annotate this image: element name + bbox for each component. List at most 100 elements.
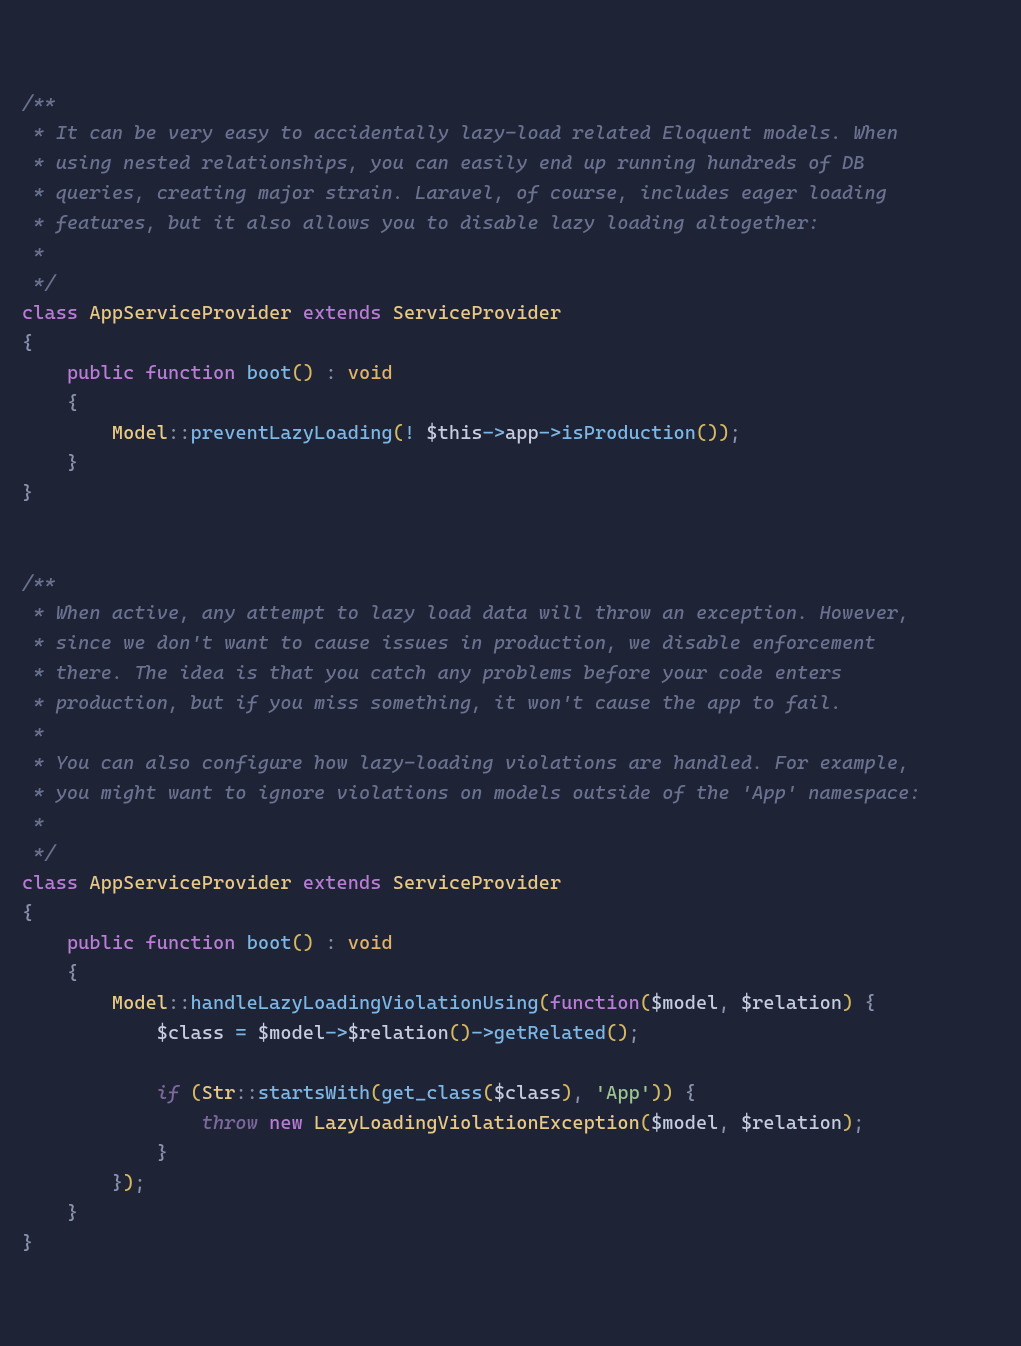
paren: (: [292, 362, 303, 384]
kw-class: class: [22, 302, 78, 324]
var-relation: $relation: [348, 1022, 449, 1044]
class-name: AppServiceProvider: [89, 302, 291, 324]
code-comment: *: [22, 722, 44, 744]
fn-preventlazy: preventLazyLoading: [191, 422, 393, 444]
fn-isproduction: isProduction: [561, 422, 696, 444]
brace: {: [685, 1082, 696, 1104]
kw-extends: extends: [303, 872, 382, 894]
kw-class: class: [22, 872, 78, 894]
dcolon: ::: [168, 992, 190, 1014]
prop-app: app: [505, 422, 539, 444]
paren: ): [651, 1082, 662, 1104]
brace: {: [67, 392, 78, 414]
code-comment: * there. The idea is that you catch any …: [22, 662, 842, 684]
paren: (: [393, 422, 404, 444]
paren: (: [696, 422, 707, 444]
kw-public: public: [67, 932, 134, 954]
kw-public: public: [67, 362, 134, 384]
paren: (: [292, 932, 303, 954]
op-arrow: ->: [325, 1022, 347, 1044]
code-comment: *: [22, 812, 44, 834]
dcolon: ::: [168, 422, 190, 444]
parent-class: ServiceProvider: [393, 302, 562, 324]
class-str: Str: [202, 1082, 236, 1104]
paren: ): [662, 1082, 673, 1104]
paren: (: [483, 1082, 494, 1104]
return-type: void: [348, 932, 393, 954]
dcolon: ::: [235, 1082, 257, 1104]
paren: (): [449, 1022, 471, 1044]
class-model: Model: [112, 992, 168, 1014]
code-comment: * It can be very easy to accidentally la…: [22, 122, 898, 144]
brace: {: [67, 962, 78, 984]
op-arrow: ->: [539, 422, 561, 444]
brace: }: [157, 1142, 168, 1164]
brace: }: [112, 1172, 123, 1194]
op-arrow: ->: [471, 1022, 493, 1044]
op-assign: =: [224, 1022, 258, 1044]
class-exception: LazyLoadingViolationException: [314, 1112, 640, 1134]
fn-boot: boot: [247, 932, 292, 954]
var-this: $this: [426, 422, 482, 444]
code-comment: * using nested relationships, you can ea…: [22, 152, 864, 174]
paren: ): [842, 992, 853, 1014]
class-name: AppServiceProvider: [89, 872, 291, 894]
fn-getclass: get_class: [381, 1082, 482, 1104]
code-comment: * queries, creating major strain. Larave…: [22, 182, 887, 204]
kw-extends: extends: [303, 302, 382, 324]
op-arrow: ->: [483, 422, 505, 444]
colon: :: [325, 932, 336, 954]
code-comment: *: [22, 242, 44, 264]
fn-boot: boot: [247, 362, 292, 384]
op-not: !: [404, 422, 426, 444]
kw-if: if: [157, 1082, 179, 1104]
code-comment: /**: [22, 572, 56, 594]
paren: ): [561, 1082, 572, 1104]
brace: }: [67, 452, 78, 474]
param-model: $model: [651, 992, 718, 1014]
string-app: 'App': [595, 1082, 651, 1104]
class-model: Model: [112, 422, 168, 444]
param-relation: $relation: [741, 992, 842, 1014]
return-type: void: [348, 362, 393, 384]
arg-relation: $relation: [741, 1112, 842, 1134]
brace: {: [22, 902, 33, 924]
paren: (: [370, 1082, 381, 1104]
paren: ): [707, 422, 718, 444]
fn-startswith: startsWith: [258, 1082, 370, 1104]
code-comment: * You can also configure how lazy-loadin…: [22, 752, 909, 774]
parent-class: ServiceProvider: [393, 872, 562, 894]
brace: {: [865, 992, 876, 1014]
paren: (: [539, 992, 550, 1014]
paren: (: [640, 1112, 651, 1134]
code-comment: */: [22, 842, 56, 864]
code-comment: */: [22, 272, 56, 294]
semi: ;: [853, 1112, 864, 1134]
semi: ;: [134, 1172, 145, 1194]
kw-function: function: [550, 992, 640, 1014]
brace: }: [67, 1202, 78, 1224]
semi: ;: [730, 422, 741, 444]
kw-throw: throw: [202, 1112, 258, 1134]
brace: }: [22, 1232, 33, 1254]
comma: ,: [718, 992, 740, 1014]
paren: ): [842, 1112, 853, 1134]
semi: ;: [629, 1022, 640, 1044]
kw-function: function: [146, 362, 236, 384]
comma: ,: [718, 1112, 740, 1134]
brace: {: [22, 332, 33, 354]
paren: (): [606, 1022, 628, 1044]
fn-getrelated: getRelated: [494, 1022, 606, 1044]
fn-handlelazy: handleLazyLoadingViolationUsing: [191, 992, 539, 1014]
brace: }: [22, 482, 33, 504]
paren: ): [123, 1172, 134, 1194]
paren: ): [719, 422, 730, 444]
paren: ): [303, 932, 314, 954]
kw-new: new: [269, 1112, 303, 1134]
code-comment: * features, but it also allows you to di…: [22, 212, 820, 234]
paren: (: [191, 1082, 202, 1104]
comma: ,: [572, 1082, 594, 1104]
paren: (: [640, 992, 651, 1014]
code-comment: * When active, any attempt to lazy load …: [22, 602, 909, 624]
var-class: $class: [157, 1022, 224, 1044]
